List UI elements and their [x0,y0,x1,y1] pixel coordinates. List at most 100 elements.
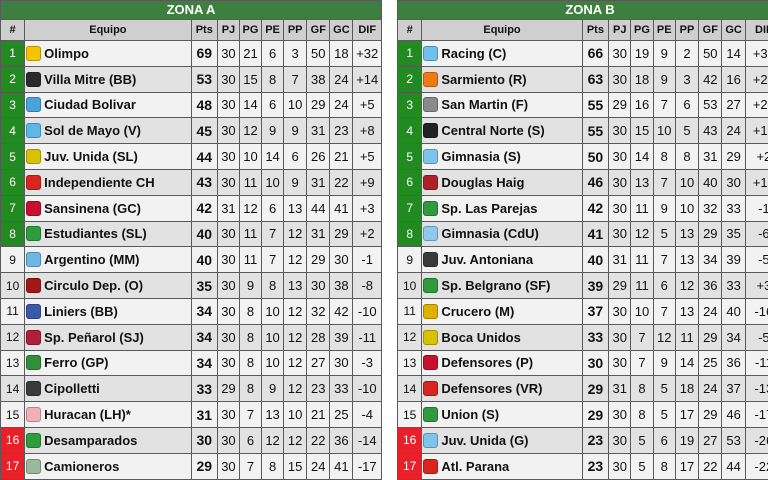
team-cell[interactable]: Villa Mitre (BB) [25,66,191,92]
team-cell[interactable]: Argentino (MM) [25,247,191,273]
table-row[interactable]: 6Douglas Haig4630137104030+10 [398,169,768,195]
col-header-pts[interactable]: Pts [582,20,609,40]
team-cell[interactable]: Liniers (BB) [25,298,191,324]
team-cell[interactable]: Desamparados [25,427,191,453]
table-row[interactable]: 9 Juv. Antoniana 40 31 11 7 13 34 39 -5 [398,247,768,273]
team-cell[interactable]: Cipolletti [25,376,191,402]
table-row[interactable]: 4 Central Norte (S) 5530151054324+19 [398,118,768,144]
team-crest-icon [26,45,42,61]
won-cell: 11 [239,247,262,273]
table-row[interactable]: 1 Racing (C) 663019925014+36 [398,41,768,66]
col-header-pe[interactable]: PE [653,20,675,40]
team-cell[interactable]: Crucero (M) [422,298,582,324]
team-cell[interactable]: Atl. Parana [422,453,582,479]
team-cell[interactable]: Juv. Unida (G) [422,427,582,453]
col-header-gc[interactable]: GC [722,20,745,40]
table-row[interactable]: 1 Olimpo 69 30 21 6 3 50 18 +32 [1,41,381,66]
team-crest-icon [26,200,42,216]
table-row[interactable]: 3 San Martin (F) 552916765327+26 [398,92,768,118]
points-cell: 30 [191,427,217,453]
table-row[interactable]: 17Atl. Parana233058172244-22 [398,453,768,479]
table-row[interactable]: 16 Juv. Unida (G) 233056192753-26 [398,427,768,453]
col-header-pts[interactable]: Pts [191,20,217,40]
team-cell[interactable]: Juv. Antoniana [422,247,582,273]
played-cell: 30 [217,144,239,169]
table-row[interactable]: 6 Independiente CH 43 30 11 10 9 31 22 +9 [1,169,381,195]
team-cell[interactable]: Central Norte (S) [422,118,582,144]
col-header-dif[interactable]: DIF [353,20,381,40]
col-header-pp[interactable]: PP [675,20,699,40]
table-row[interactable]: 2 Sarmiento (R) 633018934216+26 [398,66,768,92]
team-cell[interactable]: Independiente CH [25,169,191,195]
team-cell[interactable]: Union (S) [422,402,582,427]
team-cell[interactable]: Boca Unidos [422,324,582,350]
team-cell[interactable]: Camioneros [25,453,191,479]
table-row[interactable]: 7 Sansinena (GC) 42 31 12 6 13 44 41 +3 [1,195,381,221]
table-row[interactable]: 16 Desamparados 30 30 6 12 12 22 36 -14 [1,427,381,453]
team-cell[interactable]: Sp. Las Parejas [422,195,582,221]
table-row[interactable]: 10 Circulo Dep. (O) 35 30 9 8 13 30 38 -8 [1,273,381,298]
col-header-team[interactable]: Equipo [422,20,582,40]
drawn-cell: 10 [262,298,284,324]
table-row[interactable]: 15 Huracan (LH)* 31 30 7 13 10 21 25 -4 [1,402,381,427]
team-cell[interactable]: Circulo Dep. (O) [25,273,191,298]
table-row[interactable]: 11 Liniers (BB) 34 30 8 10 12 32 42 -10 [1,298,381,324]
team-cell[interactable]: Juv. Unida (SL) [25,144,191,169]
table-row[interactable]: 13Defensores (P)303079142536-11 [398,350,768,376]
table-row[interactable]: 13 Ferro (GP) 34 30 8 10 12 27 30 -3 [1,350,381,376]
team-cell[interactable]: Defensores (P) [422,350,582,376]
col-header-gf[interactable]: GF [307,20,330,40]
team-name: Defensores (P) [441,355,534,371]
team-cell[interactable]: Ferro (GP) [25,350,191,376]
table-row[interactable]: 14 Defensores (VR) 293185182437-13 [398,376,768,402]
won-cell: 12 [239,118,262,144]
table-row[interactable]: 7 Sp. Las Parejas 42 30 11 9 10 32 33 -1 [398,195,768,221]
team-cell[interactable]: Sp. Peñarol (SJ) [25,324,191,350]
team-cell[interactable]: Douglas Haig [422,169,582,195]
table-row[interactable]: 9 Argentino (MM) 40 30 11 7 12 29 30 -1 [1,247,381,273]
col-header-gc[interactable]: GC [330,20,353,40]
table-row[interactable]: 11 Crucero (M) 3730107132440-16 [398,298,768,324]
team-cell[interactable]: Gimnasia (S) [422,144,582,169]
team-cell[interactable]: Racing (C) [422,41,582,66]
team-cell[interactable]: Sansinena (GC) [25,195,191,221]
team-cell[interactable]: Defensores (VR) [422,376,582,402]
col-header-pg[interactable]: PG [239,20,262,40]
team-cell[interactable]: Sarmiento (R) [422,66,582,92]
col-header-dif[interactable]: DIF [745,20,768,40]
table-row[interactable]: 15Union (S)293085172946-17 [398,402,768,427]
col-header-pp[interactable]: PP [284,20,307,40]
col-header-team[interactable]: Equipo [25,20,191,40]
col-header-pj[interactable]: PJ [609,20,631,40]
table-row[interactable]: 5 Gimnasia (S) 50 30 14 8 8 31 29 +2 [398,144,768,169]
team-cell[interactable]: Estudiantes (SL) [25,221,191,247]
team-cell[interactable]: Gimnasia (CdU) [422,221,582,247]
table-row[interactable]: 17 Camioneros 29 30 7 8 15 24 41 -17 [1,453,381,479]
table-row[interactable]: 8 Gimnasia (CdU) 41 30 12 5 13 29 35 -6 [398,221,768,247]
col-header-pj[interactable]: PJ [217,20,239,40]
goal-diff-cell: +32 [353,41,381,66]
col-header-gf[interactable]: GF [699,20,722,40]
col-header-pos[interactable]: # [398,20,422,40]
table-row[interactable]: 12 Sp. Peñarol (SJ) 34 30 8 10 12 28 39 -11 [1,324,381,350]
team-cell[interactable]: Ciudad Bolivar [25,92,191,118]
table-row[interactable]: 3 Ciudad Bolivar 48 30 14 6 10 29 24 +5 [1,92,381,118]
team-cell[interactable]: Olimpo [25,41,191,66]
team-cell[interactable]: San Martin (F) [422,92,582,118]
lost-cell: 10 [284,92,307,118]
table-row[interactable]: 5 Juv. Unida (SL) 44 30 10 14 6 26 21 +5 [1,144,381,169]
table-row[interactable]: 10 Sp. Belgrano (SF) 39 29 11 6 12 36 33 +3 [398,273,768,298]
col-header-pg[interactable]: PG [631,20,653,40]
team-cell[interactable]: Huracan (LH)* [25,402,191,427]
team-crest-icon [423,149,439,165]
col-header-pos[interactable]: # [1,20,25,40]
team-cell[interactable]: Sp. Belgrano (SF) [422,273,582,298]
table-row[interactable]: 14 Cipolletti 33 29 8 9 12 23 33 -10 [1,376,381,402]
table-row[interactable]: 2 Villa Mitre (BB) 53 30 15 8 7 38 24 +14 [1,66,381,92]
col-header-pe[interactable]: PE [262,20,284,40]
table-row[interactable]: 8 Estudiantes (SL) 40 30 11 7 12 31 29 +2 [1,221,381,247]
table-row[interactable]: 4 Sol de Mayo (V) 45 30 12 9 9 31 23 +8 [1,118,381,144]
team-cell[interactable]: Sol de Mayo (V) [25,118,191,144]
table-row[interactable]: 12 Boca Unidos 33 30 7 12 11 29 34 -5 [398,324,768,350]
drawn-cell: 7 [653,298,675,324]
